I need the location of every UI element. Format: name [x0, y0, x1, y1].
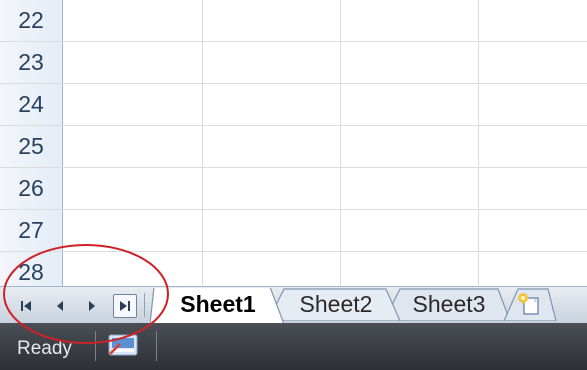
cell[interactable]: [63, 126, 203, 167]
tab-label: Sheet3: [412, 291, 486, 317]
cell[interactable]: [341, 42, 479, 83]
cell[interactable]: [479, 168, 587, 209]
cell[interactable]: [63, 42, 203, 83]
record-macro-icon[interactable]: [108, 334, 138, 356]
cell[interactable]: [203, 42, 341, 83]
status-separator: [95, 331, 96, 361]
cell[interactable]: [479, 84, 587, 125]
cell[interactable]: [203, 168, 341, 209]
cell[interactable]: [63, 210, 203, 251]
status-separator: [156, 331, 157, 361]
cell[interactable]: [479, 210, 587, 251]
row-header[interactable]: 23: [0, 42, 63, 83]
cell[interactable]: [203, 126, 341, 167]
grid-row: 22: [0, 0, 587, 42]
spreadsheet-grid: 22 23 24 25 26 27 28: [0, 0, 587, 294]
grid-row: 27: [0, 210, 587, 252]
cell[interactable]: [203, 84, 341, 125]
tab-sheet1[interactable]: Sheet1: [150, 288, 286, 324]
row-header[interactable]: 22: [0, 0, 63, 41]
cell[interactable]: [341, 84, 479, 125]
grid-row: 25: [0, 126, 587, 168]
cell[interactable]: [63, 84, 203, 125]
cell[interactable]: [479, 126, 587, 167]
cell[interactable]: [341, 168, 479, 209]
row-header[interactable]: 27: [0, 210, 63, 251]
grid-row: 26: [0, 168, 587, 210]
cell[interactable]: [203, 210, 341, 251]
sheet-tab-bar: Sheet3 Sheet2 Sheet1: [0, 286, 587, 324]
cell[interactable]: [479, 42, 587, 83]
row-header[interactable]: 26: [0, 168, 63, 209]
tab-label: Sheet2: [299, 291, 373, 317]
cell[interactable]: [479, 0, 587, 41]
cell[interactable]: [63, 0, 203, 41]
tab-label: Sheet1: [180, 291, 256, 317]
next-sheet-icon[interactable]: [80, 294, 104, 318]
cell[interactable]: [341, 126, 479, 167]
insert-worksheet-tab[interactable]: [503, 288, 558, 322]
row-header[interactable]: 25: [0, 126, 63, 167]
grid-row: 23: [0, 42, 587, 84]
row-header[interactable]: 24: [0, 84, 63, 125]
last-sheet-icon[interactable]: [113, 294, 137, 318]
cell[interactable]: [341, 210, 479, 251]
status-bar: Ready: [0, 323, 587, 370]
cell[interactable]: [203, 0, 341, 41]
insert-worksheet-icon: [503, 288, 557, 322]
status-text: Ready: [17, 338, 72, 359]
grid-row: 24: [0, 84, 587, 126]
tab-sheet2[interactable]: Sheet2: [268, 288, 404, 321]
tab-nav-divider: [144, 293, 145, 317]
cell[interactable]: [63, 168, 203, 209]
first-sheet-icon[interactable]: [14, 294, 38, 318]
previous-sheet-icon[interactable]: [48, 294, 72, 318]
cell[interactable]: [341, 0, 479, 41]
